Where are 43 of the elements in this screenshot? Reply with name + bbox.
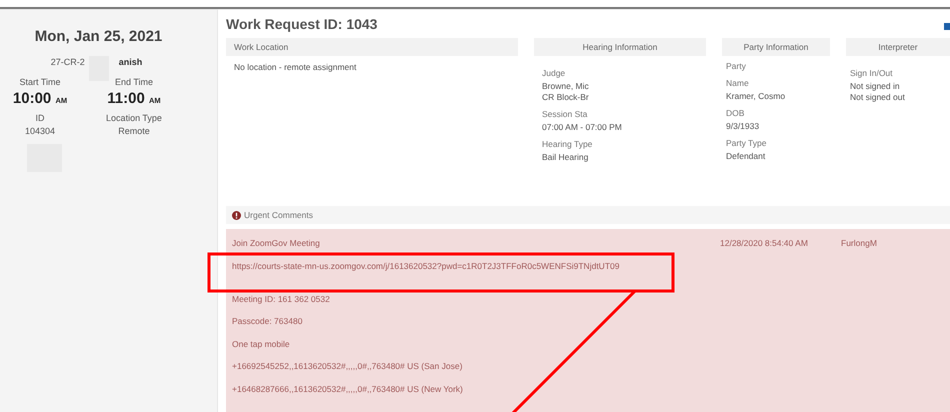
detail-value: Remote: [117, 126, 151, 136]
time-label: Start Time: [18, 77, 62, 87]
comment-date: 12/28/2020 8:54:40 AM: [720, 238, 809, 250]
field-label: DOB: [726, 108, 746, 118]
comment-line: Join ZoomGov Meeting: [232, 238, 320, 249]
field-value: No location - remote assignment: [234, 62, 358, 72]
field-value: 07:00 AM - 07:00 PM: [542, 122, 623, 132]
field-value: Bail Hearing: [542, 152, 590, 162]
field-value: Defendant: [726, 151, 766, 161]
comment-line: +16692545252,,1613620532#,,,,,0#,,763480# US (San Jose): [232, 361, 462, 372]
field-label: Hearing Type: [542, 139, 594, 149]
date-heading: Mon, Jan 25, 2021: [34, 28, 164, 45]
page-title: Work Request ID: 1043: [226, 16, 378, 32]
comment-line: Passcode: 763480: [232, 316, 302, 327]
case-number: 27-CR-2: [50, 57, 85, 67]
field-value: Not signed in: [850, 81, 901, 91]
field-label: Judge: [542, 68, 566, 78]
detail-label: Location Type: [105, 113, 163, 123]
detail-label: ID: [34, 113, 46, 123]
field-value: Browne, Mic: [542, 81, 590, 91]
section-header: Interpreter: [846, 38, 950, 56]
field-label: Session Sta: [542, 109, 588, 119]
comment-author: FurlongM: [841, 238, 878, 250]
case-name: anish: [118, 57, 142, 67]
comment-line: +16468287666,,1613620532#,,,,,0#,,763480# US (New York): [232, 384, 463, 394]
field-label: Party: [726, 61, 747, 71]
field-value: CR Block-Br: [542, 92, 590, 102]
section-header: Work Location: [226, 38, 518, 56]
field-value: Not signed out: [850, 92, 906, 102]
comment-line: Meeting ID: 161 362 0532: [232, 294, 330, 304]
field-label: Sign In/Out: [850, 68, 894, 78]
field-value: 9/3/1933: [726, 121, 760, 131]
section-header: Party Information: [722, 38, 830, 56]
detail-value: 104304: [24, 126, 56, 136]
comment-line: One tap mobile: [232, 338, 290, 350]
field-value: Kramer, Cosmo: [726, 91, 786, 101]
field-label: Party Type: [726, 138, 768, 148]
field-label: Name: [726, 78, 750, 88]
alert-icon: [232, 210, 241, 220]
time-label: End Time: [114, 77, 154, 87]
section-header: Hearing Information: [534, 38, 706, 56]
comment-line: https://courts-state-mn-us.zoomgov.com/j/1613620532?pwd=c1R0T2J3TFFoR0c5WENFSi9TNjdtUT09: [232, 260, 620, 272]
section-header: Urgent Comments: [244, 210, 313, 220]
